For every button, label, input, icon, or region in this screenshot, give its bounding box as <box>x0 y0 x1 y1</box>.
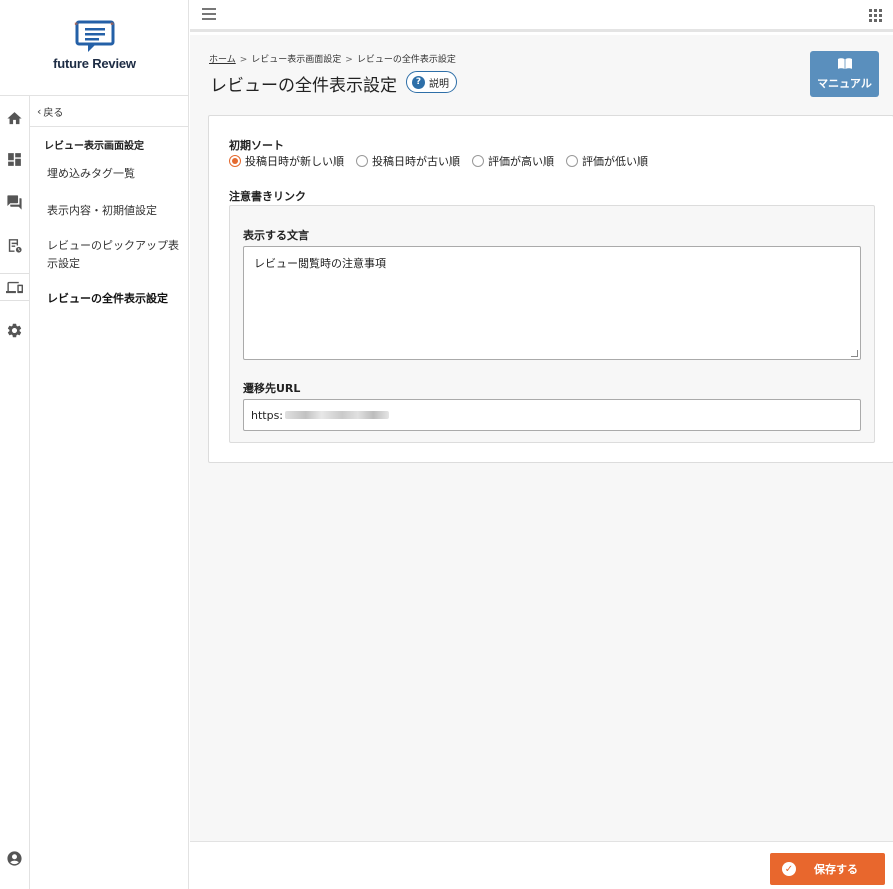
help-button[interactable]: ? 説明 <box>406 71 457 93</box>
radio-unselected[interactable] <box>566 155 578 167</box>
note-link-panel: 表示する文言 レビュー閲覧時の注意事項 遷移先URL https: <box>229 205 875 443</box>
sidebar-section-title: レビュー表示画面設定 <box>44 141 144 152</box>
report-icon[interactable] <box>0 231 29 259</box>
chat-icon[interactable] <box>0 188 29 216</box>
svg-text:": " <box>74 22 78 32</box>
sidebar-item-all-reviews[interactable]: レビューの全件表示設定 <box>47 290 182 308</box>
dashboard-icon[interactable] <box>0 145 29 173</box>
logo-icon: " " <box>74 19 116 58</box>
sort-radio-group: 投稿日時が新しい順 投稿日時が古い順 評価が高い順 評価が低い順 <box>229 153 660 169</box>
svg-text:": " <box>110 22 114 32</box>
logo-area: " " future Review <box>0 0 189 96</box>
apps-grid-icon[interactable] <box>869 9 882 22</box>
menu-icon[interactable] <box>202 8 216 20</box>
icon-rail <box>0 96 30 889</box>
save-label: 保存する <box>814 863 858 876</box>
sort-option-newest[interactable]: 投稿日時が新しい順 <box>229 153 344 169</box>
sidebar-item-embed-tags[interactable]: 埋め込みタグ一覧 <box>47 165 182 183</box>
radio-selected[interactable] <box>229 155 241 167</box>
redacted-url <box>285 411 390 419</box>
footer-bar: ✓ 保存する <box>190 841 893 889</box>
book-icon <box>837 57 852 72</box>
save-button[interactable]: ✓ 保存する <box>770 853 885 885</box>
help-label: 説明 <box>429 78 449 90</box>
back-label: 戻る <box>43 107 64 119</box>
sidebar: ‹ 戻る レビュー表示画面設定 埋め込みタグ一覧 表示内容・初期値設定 レビュー… <box>30 96 189 889</box>
url-input[interactable]: https: <box>243 399 861 431</box>
breadcrumb-section: レビュー表示画面設定 <box>251 55 342 65</box>
breadcrumb-current: レビューの全件表示設定 <box>356 55 456 65</box>
note-link-label: 注意書きリンク <box>229 190 306 203</box>
back-link[interactable]: ‹ 戻る <box>30 96 188 127</box>
question-icon: ? <box>412 75 425 89</box>
page-title: レビューの全件表示設定 <box>210 76 397 96</box>
logo-text: future Review <box>53 56 136 71</box>
breadcrumb-home[interactable]: ホーム <box>209 55 236 65</box>
top-bar <box>190 0 893 32</box>
manual-label: マニュアル <box>817 76 872 90</box>
settings-card: 初期ソート 投稿日時が新しい順 投稿日時が古い順 評価が高い順 評価が低い順 注… <box>208 115 893 463</box>
check-icon: ✓ <box>782 862 796 876</box>
chevron-left-icon: ‹ <box>37 104 42 118</box>
breadcrumb: ホーム > レビュー表示画面設定 > レビューの全件表示設定 <box>209 55 456 65</box>
gear-icon[interactable] <box>0 316 29 344</box>
display-text-label: 表示する文言 <box>243 229 309 242</box>
devices-icon[interactable] <box>0 273 29 301</box>
display-text-textarea[interactable]: レビュー閲覧時の注意事項 <box>243 246 861 360</box>
sidebar-item-pickup[interactable]: レビューのピックアップ表示設定 <box>47 237 182 273</box>
manual-button[interactable]: マニュアル <box>810 51 879 97</box>
sort-label: 初期ソート <box>229 139 284 152</box>
sidebar-item-display-defaults[interactable]: 表示内容・初期値設定 <box>47 202 182 220</box>
radio-unselected[interactable] <box>472 155 484 167</box>
account-icon[interactable] <box>0 844 29 872</box>
resize-handle[interactable] <box>851 350 858 357</box>
url-label: 遷移先URL <box>243 382 301 395</box>
radio-unselected[interactable] <box>356 155 368 167</box>
home-icon[interactable] <box>0 104 29 132</box>
sort-option-oldest[interactable]: 投稿日時が古い順 <box>356 153 460 169</box>
sort-option-highest[interactable]: 評価が高い順 <box>472 153 554 169</box>
main-content: ホーム > レビュー表示画面設定 > レビューの全件表示設定 レビューの全件表示設定 ?… <box>190 35 893 841</box>
sort-option-lowest[interactable]: 評価が低い順 <box>566 153 648 169</box>
